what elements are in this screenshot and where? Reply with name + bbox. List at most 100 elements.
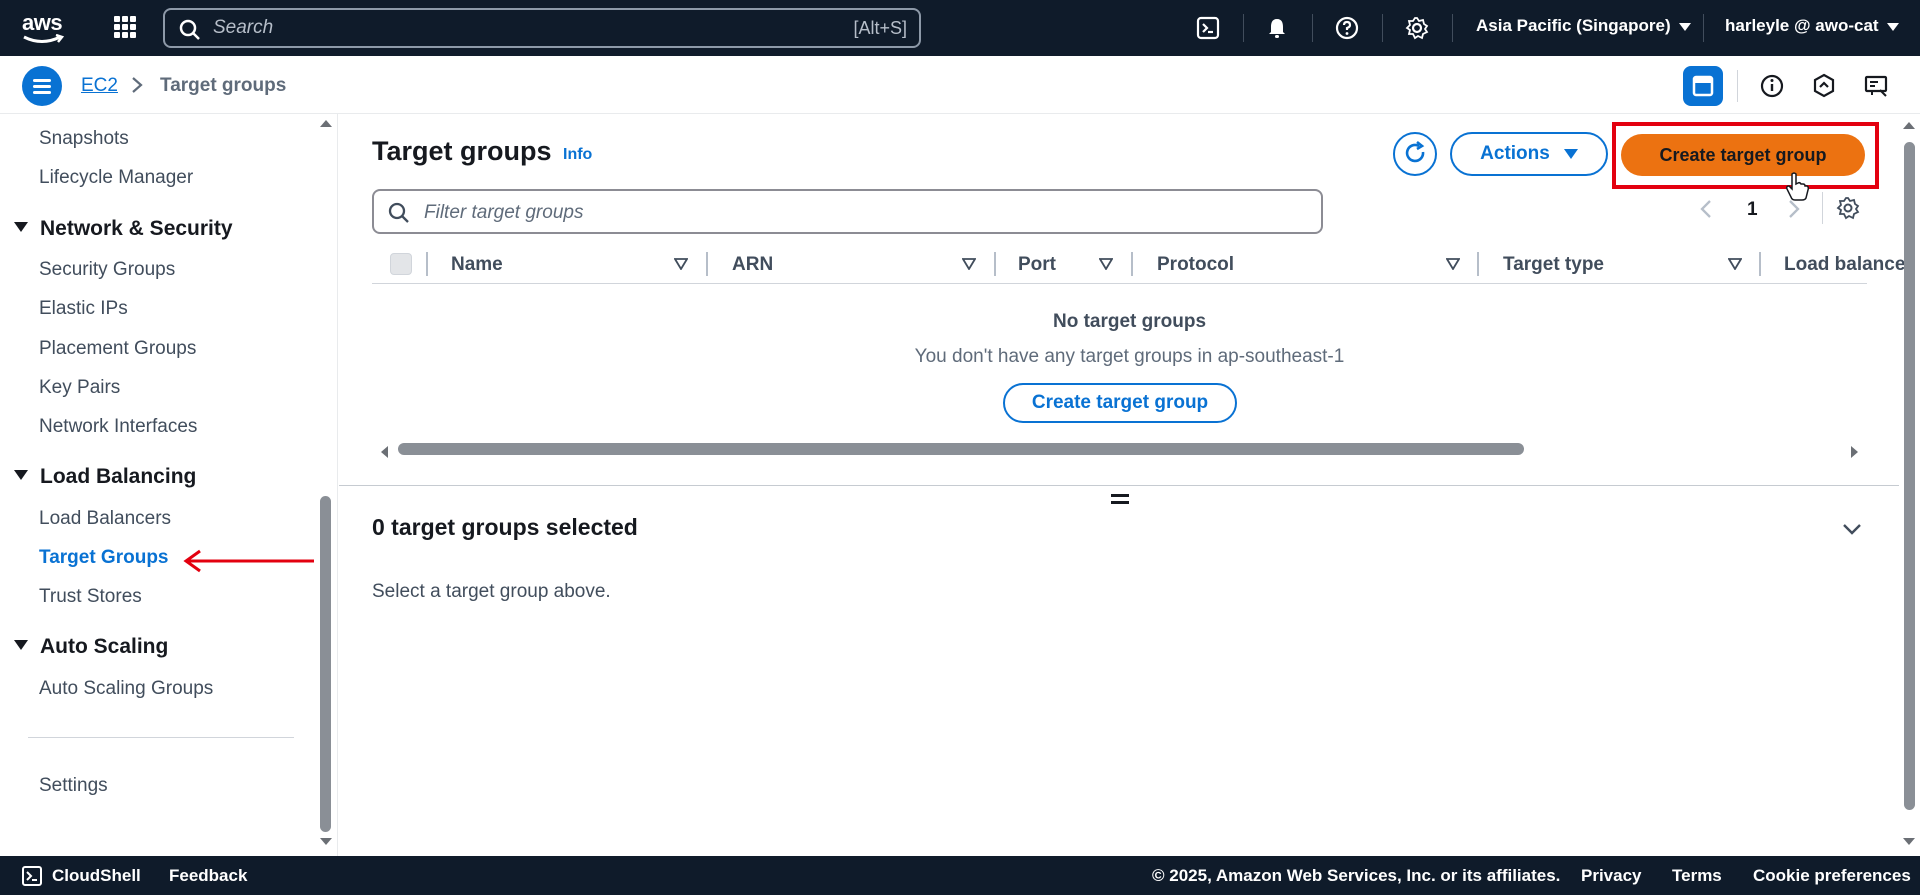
scroll-down-arrow-icon[interactable] [1903,838,1915,845]
column-header-protocol[interactable]: Protocol [1157,254,1234,276]
feedback-tool-button[interactable] [1856,66,1896,106]
help-icon[interactable] [1335,16,1359,40]
search-icon [388,202,409,223]
panel-layout-button[interactable] [1683,66,1723,106]
empty-state-subtitle: You don't have any target groups in ap-s… [914,346,1345,367]
main-vertical-scrollbar[interactable] [1904,142,1915,810]
sidebar-item-elastic-ips[interactable]: Elastic IPs [39,298,128,320]
breadcrumb-bar: EC2 Target groups [0,56,1920,114]
screen-feedback-icon [1864,75,1888,97]
sidebar-scrollbar[interactable] [320,496,331,832]
footer-cookie-preferences-link[interactable]: Cookie preferences [1753,866,1911,886]
column-header-load-balancer[interactable]: Load balance [1784,254,1905,276]
breadcrumb-current: Target groups [160,75,287,96]
caret-down-icon [1563,149,1578,159]
scroll-up-arrow-icon[interactable] [1903,122,1915,129]
account-menu[interactable]: harleyle @ awo-cat [1725,16,1899,36]
footer-cloudshell-link[interactable]: CloudShell [52,866,141,886]
previous-page-icon[interactable] [1697,198,1715,220]
search-placeholder: Search [213,17,274,38]
cloudshell-icon[interactable] [1196,16,1220,40]
top-navigation: aws Search [Alt+S] Asia Pacific (Singapo… [0,0,1920,56]
empty-create-target-group-button[interactable]: Create target group [1003,383,1237,423]
sidebar-item-load-balancers[interactable]: Load Balancers [39,508,171,530]
hexagon-guide-icon [1813,73,1835,98]
footer-feedback-link[interactable]: Feedback [169,866,247,886]
actions-dropdown-button[interactable]: Actions [1450,132,1608,176]
search-icon [179,19,200,40]
search-input[interactable]: Search [Alt+S] [163,8,921,48]
footer-privacy-link[interactable]: Privacy [1581,866,1642,886]
sidebar-item-lifecycle-manager[interactable]: Lifecycle Manager [39,167,193,189]
notifications-bell-icon[interactable] [1265,16,1289,40]
sort-icon[interactable] [1099,258,1113,270]
scroll-up-arrow-icon[interactable] [320,120,332,127]
panel-layout-icon [1692,75,1714,97]
caret-down-icon [1886,22,1899,31]
sidebar-item-settings[interactable]: Settings [39,775,108,797]
sidebar-item-placement-groups[interactable]: Placement Groups [39,338,196,360]
split-panel-divider [339,485,1899,486]
scroll-down-arrow-icon[interactable] [320,838,332,845]
footer-terms-link[interactable]: Terms [1672,866,1722,886]
main-content: Target groups Info Actions Create target… [339,114,1920,856]
footer-copyright: © 2025, Amazon Web Services, Inc. or its… [1152,866,1561,885]
side-nav-toggle-button[interactable] [22,66,62,106]
table-horizontal-scrollbar[interactable] [398,443,1524,455]
empty-state-title: No target groups [1052,311,1207,332]
breadcrumb-ec2-link[interactable]: EC2 [81,75,118,97]
search-shortcut: [Alt+S] [853,17,907,38]
footer: CloudShell Feedback © 2025, Amazon Web S… [0,856,1920,895]
caret-down-icon [14,222,28,233]
table-header: Name ARN Port Protocol Target type Load … [372,242,1905,284]
sidebar-item-network-interfaces[interactable]: Network Interfaces [39,416,197,438]
caret-down-icon [14,640,28,651]
sidebar-section-auto-scaling[interactable]: Auto Scaling [14,635,168,659]
sort-icon[interactable] [1446,258,1460,270]
filter-placeholder: Filter target groups [424,202,584,223]
sidebar-item-security-groups[interactable]: Security Groups [39,259,175,281]
sort-icon[interactable] [962,258,976,270]
column-header-arn[interactable]: ARN [732,254,773,276]
sidebar-item-auto-scaling-groups[interactable]: Auto Scaling Groups [39,678,213,700]
split-panel-title: 0 target groups selected [372,514,638,540]
scroll-right-arrow-icon[interactable] [1851,446,1858,458]
aws-logo[interactable]: aws [22,8,72,48]
column-header-name[interactable]: Name [451,254,503,276]
table-preferences-gear-icon[interactable] [1836,196,1860,220]
refresh-icon [1405,140,1425,163]
next-page-icon[interactable] [1785,198,1803,220]
chevron-right-icon [132,77,143,93]
info-panel-button[interactable] [1752,66,1792,106]
info-link[interactable]: Info [563,146,592,164]
current-page-number[interactable]: 1 [1747,199,1758,221]
highlight-box [1612,122,1879,189]
scroll-left-arrow-icon[interactable] [381,446,388,458]
annotation-arrow-icon [183,549,314,573]
sidebar-item-target-groups[interactable]: Target Groups [39,547,169,569]
chevron-down-icon[interactable] [1841,522,1863,536]
caret-down-icon [1678,22,1691,31]
page-title: Target groups [372,136,552,166]
sidebar-section-load-balancing[interactable]: Load Balancing [14,465,196,489]
services-grid-icon[interactable] [114,16,136,38]
refresh-button[interactable] [1393,132,1437,176]
info-icon [1760,74,1784,98]
column-header-port[interactable]: Port [1018,254,1056,276]
sidebar-item-key-pairs[interactable]: Key Pairs [39,377,120,399]
cloudshell-icon[interactable] [22,866,42,886]
settings-gear-icon[interactable] [1405,16,1429,40]
sort-icon[interactable] [674,258,688,270]
sidebar-section-network-security[interactable]: Network & Security [14,217,233,241]
caret-down-icon [14,470,28,481]
sidebar-item-snapshots[interactable]: Snapshots [39,128,129,150]
filter-target-groups-input[interactable]: Filter target groups [372,189,1323,234]
column-header-target-type[interactable]: Target type [1503,254,1604,276]
sort-icon[interactable] [1728,258,1742,270]
select-all-checkbox[interactable] [390,253,412,275]
side-navigation: Snapshots Lifecycle Manager Network & Se… [0,114,338,856]
guides-button[interactable] [1804,66,1844,106]
region-selector[interactable]: Asia Pacific (Singapore) [1476,16,1691,36]
split-panel-drag-handle[interactable] [1111,494,1129,506]
sidebar-item-trust-stores[interactable]: Trust Stores [39,586,142,608]
